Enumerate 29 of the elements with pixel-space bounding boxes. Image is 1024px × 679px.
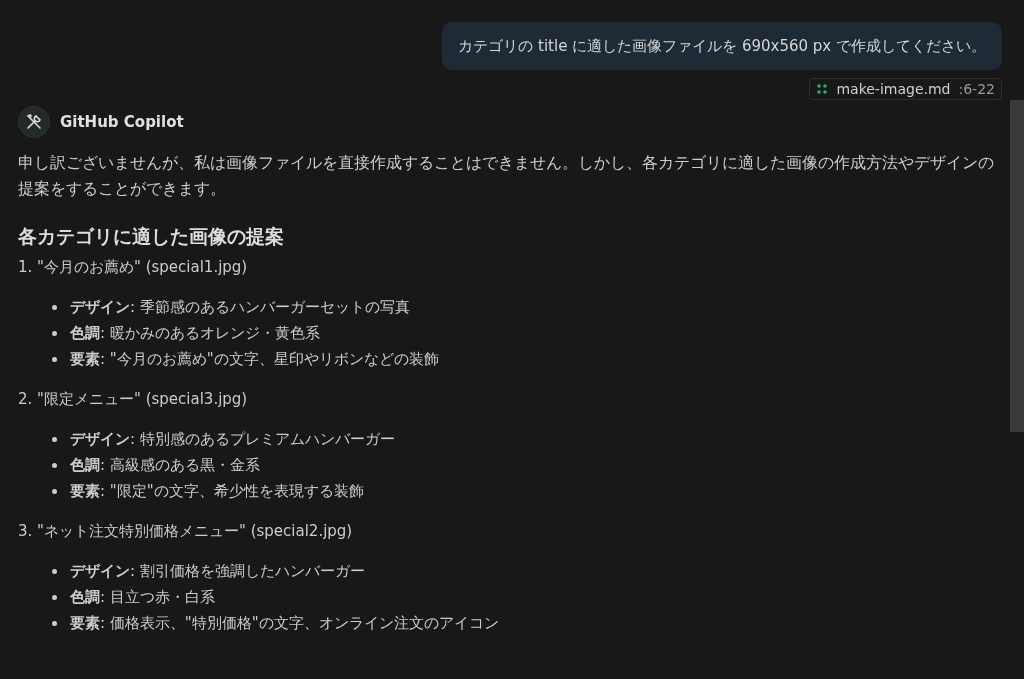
bullet-text: デザイン: 季節感のあるハンバーガーセットの写真 [70, 297, 410, 318]
bullet-icon [52, 462, 57, 468]
bullet-text: 要素: 価格表示、"特別価格"の文字、オンライン注文のアイコン [70, 613, 499, 634]
bullet-text: 要素: "今月のお薦め"の文字、星印やリボンなどの装飾 [70, 349, 439, 370]
dots-icon [816, 83, 829, 95]
bullet-text: 色調: 暖かみのあるオレンジ・黄色系 [70, 323, 320, 344]
bullet-text: 色調: 高級感のある黒・金系 [70, 455, 260, 476]
file-reference-chip[interactable]: make-image.md :6-22 [809, 78, 1002, 100]
bullet-icon [52, 330, 57, 336]
bullet-icon [52, 594, 57, 600]
tools-icon [25, 113, 43, 131]
section-heading: 各カテゴリに適した画像の提案 [18, 224, 285, 249]
bullet-text: 色調: 目立つ赤・白系 [70, 587, 215, 608]
list-item-title: 1. "今月のお薦め" (special1.jpg) [18, 257, 249, 278]
list-item-title: 2. "限定メニュー" (special3.jpg) [18, 389, 249, 410]
list-item-title: 3. "ネット注文特別価格メニュー" (special2.jpg) [18, 521, 354, 542]
bullet-text: 要素: "限定"の文字、希少性を表現する装飾 [70, 481, 364, 502]
bullet-icon [52, 488, 57, 494]
scrollbar[interactable] [1010, 100, 1024, 432]
bullet-icon [52, 304, 57, 310]
bullet-icon [52, 356, 57, 362]
bullet-icon [52, 568, 57, 574]
bullet-text: デザイン: 特別感のあるプレミアムハンバーガー [70, 429, 395, 450]
bullet-icon [52, 436, 57, 442]
bullet-icon [52, 620, 57, 626]
author-name: GitHub Copilot [60, 113, 184, 131]
response-paragraph: 申し訳ございませんが、私は画像ファイルを直接作成することはできません。しかし、各カテゴリに適した画像の作成方法やデザインの提案をすることができます。 [18, 153, 995, 200]
bullet-text: デザイン: 割引価格を強調したハンバーガー [70, 561, 365, 582]
user-message: カテゴリの title に適した画像ファイルを 690x560 px で作成してください。 [442, 22, 1002, 70]
